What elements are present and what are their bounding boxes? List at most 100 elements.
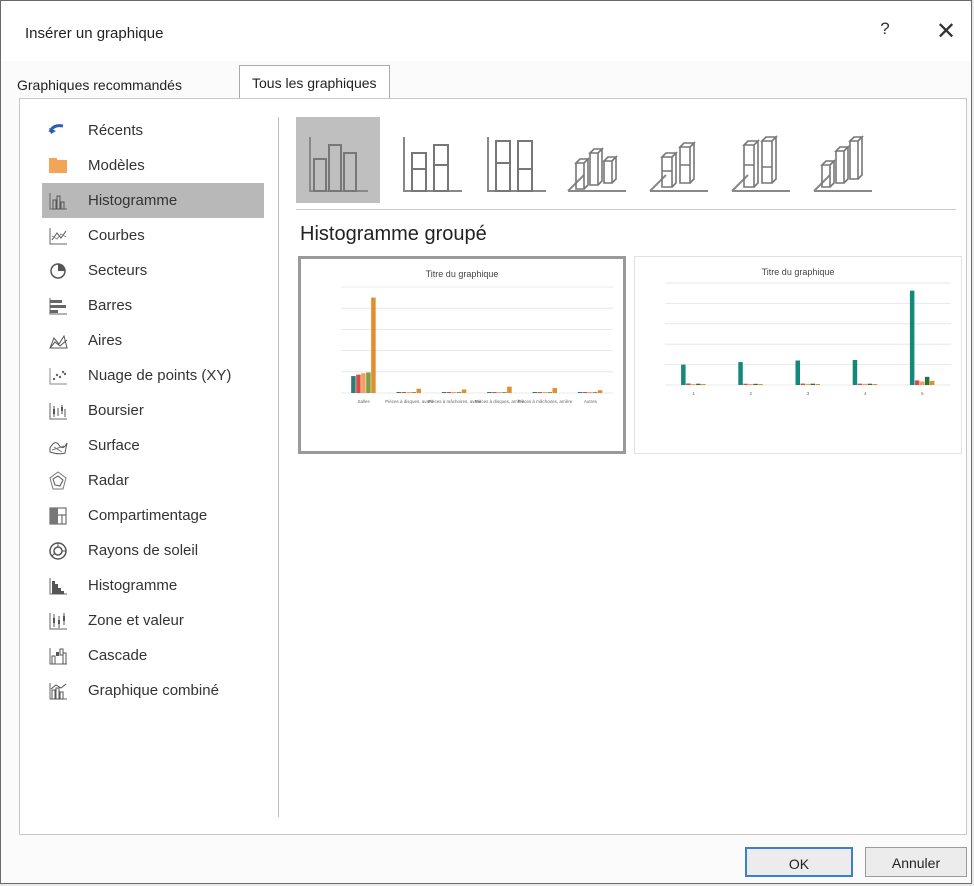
chart-bar bbox=[406, 392, 411, 393]
chart-bar bbox=[805, 383, 810, 385]
close-button[interactable]: ✕ bbox=[931, 17, 961, 47]
chart-bar bbox=[919, 381, 925, 385]
chart-bar bbox=[532, 392, 537, 393]
sidebar-item-label: Courbes bbox=[88, 227, 145, 244]
sidebar-item-radar[interactable]: Radar bbox=[42, 463, 264, 498]
sidebar-item-label: Secteurs bbox=[88, 262, 148, 279]
sidebar-item-pie[interactable]: Secteurs bbox=[42, 253, 264, 288]
chart-bar bbox=[396, 392, 401, 393]
chart-bar bbox=[862, 383, 868, 385]
category-tick-label: 3 bbox=[807, 391, 810, 396]
histogram-icon bbox=[46, 574, 70, 598]
sidebar-item-label: Barres bbox=[88, 297, 133, 314]
preview-chart-2[interactable]: Titre du graphique 12345 bbox=[634, 256, 962, 454]
chart-bar bbox=[800, 383, 805, 385]
chart-bar bbox=[686, 383, 691, 385]
sidebar-item-label: Histogramme bbox=[88, 192, 178, 209]
category-tick-label: Pièces à mâchoires, avant bbox=[428, 399, 482, 404]
chart-bar bbox=[492, 392, 497, 393]
pie-chart-icon bbox=[46, 259, 70, 283]
sidebar-item-label: Graphique combiné bbox=[88, 682, 219, 699]
chart-bar bbox=[487, 392, 492, 393]
chart-bar bbox=[507, 386, 512, 393]
chart-bar bbox=[547, 392, 552, 393]
chart-bar bbox=[914, 380, 920, 385]
chart-bar bbox=[356, 374, 361, 393]
sidebar-item-column[interactable]: Histogramme bbox=[42, 183, 264, 218]
column-chart-icon bbox=[46, 189, 70, 213]
subtype-3d-clustered-column[interactable] bbox=[554, 117, 638, 203]
category-tick-label: 4 bbox=[864, 391, 867, 396]
tab-all-charts[interactable]: Tous les graphiques bbox=[239, 65, 390, 100]
chart-bar bbox=[456, 392, 462, 393]
chart-bar bbox=[401, 392, 406, 393]
sidebar-item-box-whisker[interactable]: Zone et valeur bbox=[42, 603, 264, 638]
stock-chart-icon bbox=[46, 399, 70, 423]
gallery-separator bbox=[296, 209, 956, 210]
chart-bar bbox=[502, 392, 507, 393]
sidebar-item-templates[interactable]: Modèles bbox=[42, 148, 264, 183]
chart-bar bbox=[542, 392, 547, 393]
box-whisker-icon bbox=[46, 609, 70, 633]
chart-bar bbox=[810, 383, 815, 385]
scatter-chart-icon bbox=[46, 364, 70, 388]
subtype-clustered-column[interactable] bbox=[296, 117, 380, 203]
waterfall-icon bbox=[46, 644, 70, 668]
subtype-3d-stacked-column[interactable] bbox=[636, 117, 720, 203]
sidebar-item-label: Compartimentage bbox=[88, 507, 208, 524]
dialog-title: Insérer un graphique bbox=[25, 25, 164, 42]
area-chart-icon bbox=[46, 329, 70, 353]
chart-bar bbox=[795, 360, 800, 385]
recent-icon bbox=[46, 119, 70, 143]
sidebar-item-combo[interactable]: Graphique combiné bbox=[42, 673, 264, 708]
chart-bar bbox=[743, 383, 748, 385]
sidebar-item-label: Radar bbox=[88, 472, 129, 489]
sidebar-item-area[interactable]: Aires bbox=[42, 323, 264, 358]
sidebar-item-scatter[interactable]: Nuage de points (XY) bbox=[42, 358, 264, 393]
sidebar-item-label: Surface bbox=[88, 437, 140, 454]
ok-button[interactable]: OK bbox=[745, 847, 853, 877]
sidebar-item-surface[interactable]: Surface bbox=[42, 428, 264, 463]
cancel-button[interactable]: Annuler bbox=[865, 847, 967, 877]
chart-subtype-gallery bbox=[296, 117, 956, 205]
panel-divider bbox=[278, 117, 279, 817]
chart-bar bbox=[909, 290, 915, 385]
subtype-stacked-column[interactable] bbox=[390, 117, 474, 203]
chart-bar bbox=[681, 364, 686, 385]
sidebar-item-label: Aires bbox=[88, 332, 123, 349]
sidebar-item-sunburst[interactable]: Rayons de soleil bbox=[42, 533, 264, 568]
chart-bar bbox=[441, 392, 447, 393]
chart-bar bbox=[371, 297, 376, 393]
chart-bar bbox=[446, 392, 452, 393]
sidebar-item-histogram[interactable]: Histogramme bbox=[42, 568, 264, 603]
chart-bar bbox=[366, 372, 371, 393]
radar-chart-icon bbox=[46, 469, 70, 493]
subtype-3d-column[interactable] bbox=[800, 117, 884, 203]
sidebar-item-recents[interactable]: Récents bbox=[42, 113, 264, 148]
chart-bar bbox=[497, 392, 502, 393]
sidebar-item-treemap[interactable]: Compartimentage bbox=[42, 498, 264, 533]
sidebar-item-waterfall[interactable]: Cascade bbox=[42, 638, 264, 673]
chart-bar bbox=[696, 383, 701, 385]
subtype-100-stacked-column[interactable] bbox=[474, 117, 558, 203]
sidebar-item-label: Zone et valeur bbox=[88, 612, 184, 629]
chart-bar bbox=[738, 362, 743, 385]
chart-bar bbox=[758, 384, 763, 385]
combo-chart-icon bbox=[46, 679, 70, 703]
chart-bar bbox=[691, 383, 696, 385]
treemap-icon bbox=[46, 504, 70, 528]
preview-chart-1[interactable]: Titre du graphique Salles Pièces à disque… bbox=[298, 256, 626, 454]
sidebar-item-line[interactable]: Courbes bbox=[42, 218, 264, 253]
chart-bar bbox=[597, 390, 603, 393]
sidebar-item-stock[interactable]: Boursier bbox=[42, 393, 264, 428]
sidebar-item-bar[interactable]: Barres bbox=[42, 288, 264, 323]
preview-chart-2-plot: 1 2 3 4 5 bbox=[665, 282, 951, 396]
chart-bar bbox=[592, 392, 598, 393]
chart-bar bbox=[753, 383, 758, 385]
subtype-3d-100-stacked-column[interactable] bbox=[718, 117, 802, 203]
chart-bar bbox=[351, 376, 356, 393]
help-button[interactable]: ? bbox=[873, 19, 897, 47]
bar-chart-icon bbox=[46, 294, 70, 318]
chart-bar bbox=[924, 376, 930, 385]
insert-chart-dialog: Insérer un graphique ? ✕ Graphiques reco… bbox=[0, 0, 972, 884]
